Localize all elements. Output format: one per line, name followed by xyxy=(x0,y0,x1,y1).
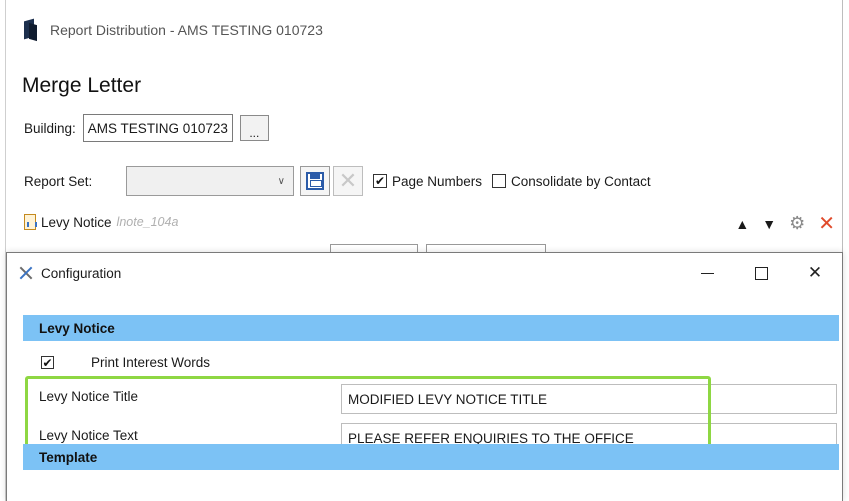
app-logo-icon xyxy=(22,18,40,42)
window-frame-right xyxy=(842,0,849,501)
levy-notice-title-label: Levy Notice Title xyxy=(39,389,139,404)
move-up-icon[interactable]: ▲ xyxy=(735,216,749,232)
save-button[interactable] xyxy=(300,166,330,196)
page-title: Merge Letter xyxy=(22,74,142,97)
report-list-item[interactable]: Levy Notice lnote_104a ▲ ▼ ⚙ ✕ xyxy=(24,207,839,237)
levy-notice-title-input[interactable]: MODIFIED LEVY NOTICE TITLE xyxy=(341,384,837,414)
delete-report-set-button[interactable]: ✕ xyxy=(333,166,363,196)
window-title: Report Distribution - AMS TESTING 010723 xyxy=(50,22,323,38)
levy-notice-text-label: Levy Notice Text xyxy=(39,428,138,443)
obscured-tabs xyxy=(330,238,550,253)
tools-icon xyxy=(17,264,35,282)
report-set-label: Report Set: xyxy=(24,173,93,189)
print-interest-option[interactable]: ✔ Print Interest Words xyxy=(41,355,210,370)
consolidate-option[interactable]: Consolidate by Contact xyxy=(492,174,651,189)
report-item-tools: ▲ ▼ ⚙ ✕ xyxy=(735,211,835,236)
close-icon: ✕ xyxy=(807,263,823,282)
section-header-levy-notice[interactable]: Levy Notice xyxy=(23,315,839,341)
report-set-row: Report Set: ∨ ✕ ✔ Page Numbers Consolida… xyxy=(24,164,824,198)
section-header-template[interactable]: Template xyxy=(23,444,839,470)
close-icon: ✕ xyxy=(338,168,358,193)
save-icon xyxy=(306,172,324,190)
consolidate-checkbox[interactable] xyxy=(492,174,507,188)
building-browse-button[interactable]: ... xyxy=(239,115,269,141)
building-row: Building: AMS TESTING 010723 ... xyxy=(24,114,269,142)
report-set-dropdown[interactable]: ∨ xyxy=(126,166,294,196)
report-doc-icon xyxy=(24,214,37,230)
minimize-button[interactable] xyxy=(680,253,734,293)
page-numbers-option[interactable]: ✔ Page Numbers xyxy=(373,174,482,189)
print-interest-checkbox[interactable]: ✔ xyxy=(41,356,54,369)
report-item-code: lnote_104a xyxy=(116,215,179,229)
print-interest-label: Print Interest Words xyxy=(91,355,211,370)
chevron-down-icon: ∨ xyxy=(277,175,285,187)
building-field[interactable]: AMS TESTING 010723 xyxy=(82,114,233,142)
building-label: Building: xyxy=(24,120,76,136)
maximize-button[interactable] xyxy=(734,253,788,293)
close-button[interactable]: ✕ xyxy=(788,253,842,293)
move-down-icon[interactable]: ▼ xyxy=(762,216,776,232)
configuration-dialog: Configuration ✕ Levy Notice ✔ Print Inte… xyxy=(6,252,843,501)
window-controls: ✕ xyxy=(680,253,842,293)
page-numbers-label: Page Numbers xyxy=(392,173,483,189)
page-numbers-checkbox[interactable]: ✔ xyxy=(373,174,387,188)
gear-icon[interactable]: ⚙ xyxy=(789,213,805,234)
property-row: Levy Notice Title MODIFIED LEVY NOTICE T… xyxy=(23,384,837,414)
main-titlebar: Report Distribution - AMS TESTING 010723 xyxy=(22,16,323,44)
report-item-name: Levy Notice xyxy=(41,214,112,230)
dialog-title: Configuration xyxy=(41,265,122,281)
consolidate-label: Consolidate by Contact xyxy=(511,173,651,189)
dialog-titlebar: Configuration ✕ xyxy=(7,253,842,293)
remove-icon[interactable]: ✕ xyxy=(818,211,835,236)
